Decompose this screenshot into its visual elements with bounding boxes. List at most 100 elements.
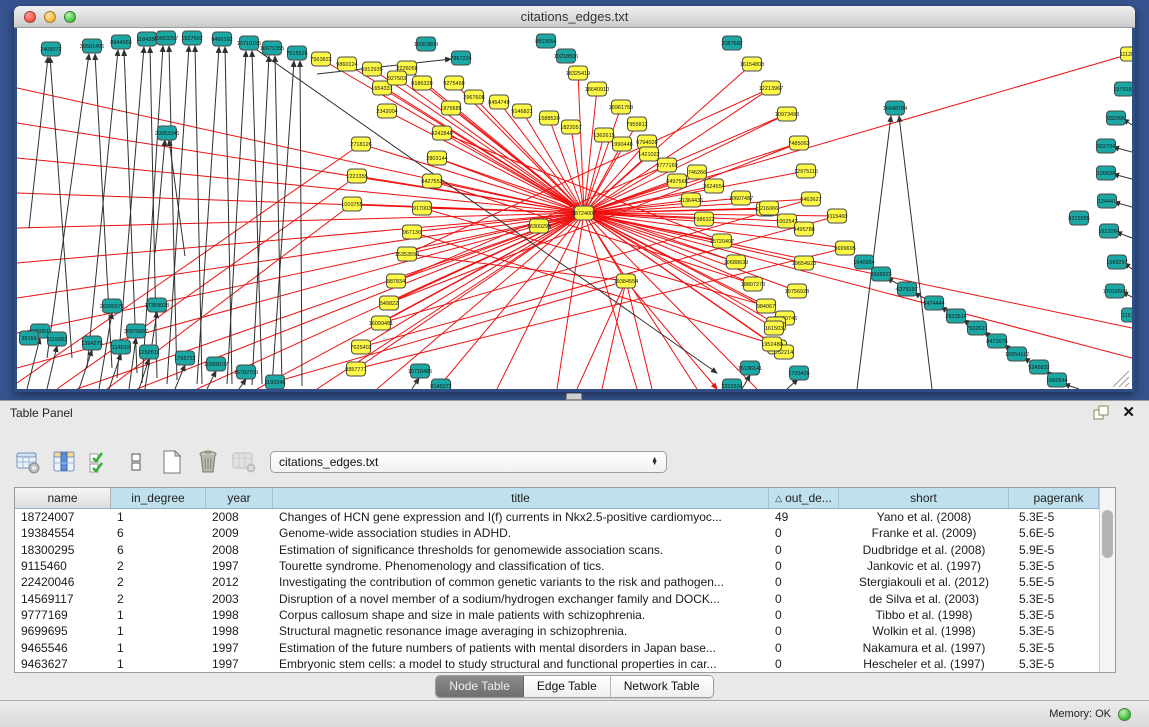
graph-node[interactable]: 6379197: [896, 282, 917, 296]
table-cell[interactable]: 49: [769, 510, 839, 524]
graph-node[interactable]: 887834: [387, 274, 406, 288]
table-cell[interactable]: 5.6E-5: [1009, 526, 1099, 540]
graph-edge[interactable]: [239, 379, 246, 389]
graph-node[interactable]: 16782759: [234, 365, 258, 379]
graph-node[interactable]: 746266: [688, 165, 707, 179]
graph-node[interactable]: 12975115: [794, 164, 818, 178]
table-cell[interactable]: 9463627: [15, 657, 111, 671]
graph-node[interactable]: 18724007: [572, 206, 596, 220]
table-cell[interactable]: Franke et al. (2009): [839, 526, 1009, 540]
graph-node[interactable]: 9242848: [431, 126, 452, 140]
graph-node[interactable]: 17016504: [1103, 284, 1127, 298]
table-cell[interactable]: 2008: [206, 510, 273, 524]
table-select-dropdown[interactable]: citations_edges.txt ▲▼: [270, 451, 667, 473]
table-cell[interactable]: Yano et al. (2008): [839, 510, 1009, 524]
memory-status-indicator[interactable]: [1118, 708, 1131, 721]
graph-node[interactable]: 932996: [1107, 111, 1126, 125]
table-cell[interactable]: 0: [769, 559, 839, 573]
graph-node[interactable]: 1822057: [560, 120, 581, 134]
graph-node[interactable]: 9466162: [211, 32, 232, 46]
graph-node[interactable]: 10958107: [204, 357, 228, 371]
graph-node[interactable]: 9474444: [923, 296, 944, 310]
table-cell[interactable]: Wolkin et al. (1998): [839, 624, 1009, 638]
graph-node[interactable]: 8427552: [421, 174, 442, 188]
table-cell[interactable]: 19384554: [15, 526, 111, 540]
tab-edge-table[interactable]: Edge Table: [524, 676, 611, 697]
graph-node[interactable]: 7955812: [626, 117, 647, 131]
graph-node[interactable]: 9146821: [511, 104, 532, 118]
graph-node[interactable]: 15136141: [738, 361, 762, 375]
table-cell[interactable]: 5.3E-5: [1009, 657, 1099, 671]
table-cell[interactable]: Tourette syndrome. Phenomenology and cla…: [273, 559, 769, 573]
graph-node[interactable]: 16154808: [740, 57, 764, 71]
graph-node[interactable]: 7986322: [693, 212, 714, 226]
table-cell[interactable]: 18724007: [15, 510, 111, 524]
graph-node[interactable]: 8938923: [870, 267, 891, 281]
graph-node[interactable]: 1875685: [440, 101, 461, 115]
graph-node[interactable]: 19218506: [554, 49, 578, 63]
graph-node[interactable]: 120938: [1097, 166, 1116, 180]
graph-node[interactable]: 30975887: [124, 324, 148, 338]
graph-node[interactable]: 1990448: [611, 137, 632, 151]
graph-node[interactable]: 16648784: [883, 101, 907, 115]
graph-node[interactable]: 9245832: [1028, 360, 1049, 374]
graph-node[interactable]: 1010755: [341, 197, 362, 211]
table-cell[interactable]: 1: [111, 510, 206, 524]
graph-node[interactable]: 10654112: [1005, 347, 1029, 361]
graph-edge[interactable]: [584, 213, 1132, 358]
column-header-out-de-[interactable]: △out_de...: [769, 488, 839, 508]
graph-edge[interactable]: [195, 46, 202, 384]
graph-edge[interactable]: [79, 350, 92, 389]
graph-edge[interactable]: [47, 346, 57, 389]
graph-node[interactable]: 1221355: [346, 169, 367, 183]
table-cell[interactable]: Corpus callosum shape and size in male p…: [273, 608, 769, 622]
table-cell[interactable]: 2: [111, 559, 206, 573]
graph-node[interactable]: 2718126: [350, 137, 371, 151]
table-cell[interactable]: 0: [769, 526, 839, 540]
graph-edge[interactable]: [17, 144, 361, 383]
selection-mode-icon[interactable]: [86, 448, 113, 476]
graph-edge[interactable]: [27, 338, 40, 389]
table-cell[interactable]: 1998: [206, 608, 273, 622]
graph-node[interactable]: 8813054: [535, 34, 556, 48]
graph-node[interactable]: 1060544: [1046, 373, 1067, 387]
graph-node[interactable]: 1394275: [81, 336, 102, 350]
graph-node[interactable]: 17359928: [145, 298, 169, 312]
graph-node[interactable]: 1795722: [174, 351, 195, 365]
graph-node[interactable]: 922734: [1097, 139, 1116, 153]
graph-node[interactable]: 16099481: [369, 316, 393, 330]
graph-node[interactable]: 3624554: [703, 179, 724, 193]
graph-node[interactable]: 15718485: [408, 364, 432, 378]
graph-edge[interactable]: [57, 176, 357, 389]
table-cell[interactable]: Changes of HCN gene expression and I(f) …: [273, 510, 769, 524]
table-cell[interactable]: 0: [769, 641, 839, 655]
graph-node[interactable]: 1115682: [47, 332, 68, 346]
table-cell[interactable]: 14569117: [15, 592, 111, 606]
column-header-title[interactable]: title: [273, 488, 769, 508]
graph-node[interactable]: 12213967: [759, 81, 783, 95]
graph-node[interactable]: 9857771: [345, 362, 366, 376]
table-row[interactable]: 1830029562008Estimation of significance …: [15, 542, 1099, 558]
graph-node[interactable]: 8471676: [986, 334, 1007, 348]
table-cell[interactable]: 0: [769, 608, 839, 622]
table-cell[interactable]: 9699695: [15, 624, 111, 638]
table-cell[interactable]: Stergiakouli et al. (2012): [839, 575, 1009, 589]
table-cell[interactable]: Structural magnetic resonance image aver…: [273, 624, 769, 638]
table-cell[interactable]: Embryonic stem cells: a model to study s…: [273, 657, 769, 671]
table-row[interactable]: 2242004622012Investigating the contribut…: [15, 574, 1099, 590]
table-cell[interactable]: 5.3E-5: [1009, 624, 1099, 638]
table-cell[interactable]: 1997: [206, 657, 273, 671]
table-cell[interactable]: 2009: [206, 526, 273, 540]
window-titlebar[interactable]: citations_edges.txt: [14, 6, 1135, 28]
table-cell[interactable]: Hescheler et al. (1997): [839, 657, 1009, 671]
column-header-year[interactable]: year: [206, 488, 273, 508]
graph-node[interactable]: 1421022: [638, 147, 659, 161]
panel-splitter-handle[interactable]: [566, 393, 582, 400]
graph-node[interactable]: 7515526: [286, 46, 307, 60]
graph-node[interactable]: 2933514: [945, 309, 966, 323]
graph-node[interactable]: 549822: [380, 296, 399, 310]
graph-edge[interactable]: [225, 47, 232, 384]
graph-node[interactable]: 8944563: [110, 35, 131, 49]
graph-node[interactable]: 10607487: [729, 191, 753, 205]
graph-edge[interactable]: [300, 61, 302, 386]
